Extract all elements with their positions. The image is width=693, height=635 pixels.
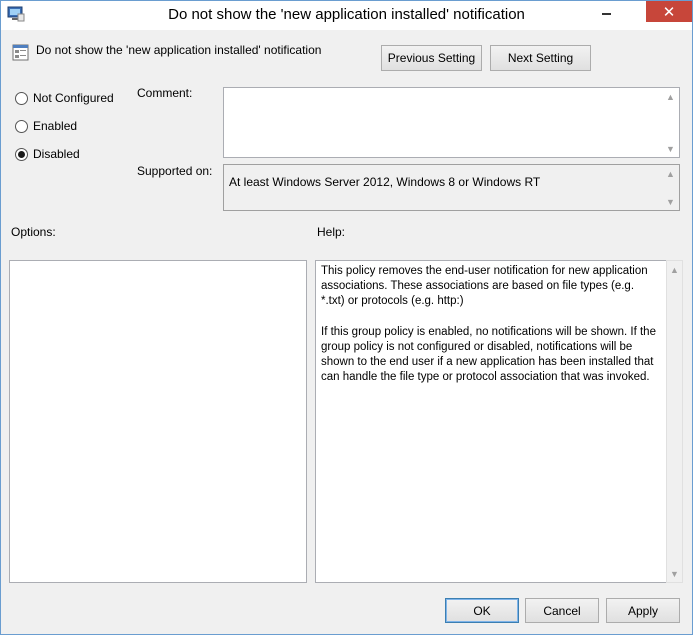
radio-enabled[interactable]: Enabled <box>15 119 77 133</box>
policy-name: Do not show the 'new application install… <box>36 43 322 57</box>
policy-setting-icon <box>12 44 29 61</box>
scroll-up-icon[interactable]: ▲ <box>670 261 679 278</box>
comment-scrollbar[interactable]: ▲ ▼ <box>662 88 679 157</box>
radio-not-configured[interactable]: Not Configured <box>15 91 114 105</box>
scroll-down-icon[interactable]: ▼ <box>662 193 679 210</box>
supported-scrollbar[interactable]: ▲ ▼ <box>662 165 679 210</box>
radio-button[interactable] <box>15 147 28 161</box>
scroll-down-icon[interactable]: ▼ <box>670 565 679 582</box>
title-bar: Do not show the 'new application install… <box>1 1 692 30</box>
comment-textarea[interactable]: ▲ ▼ <box>223 87 680 158</box>
ok-button[interactable]: OK <box>445 598 519 623</box>
scroll-up-icon[interactable]: ▲ <box>662 165 679 182</box>
minimize-button[interactable] <box>593 1 619 22</box>
supported-on-label: Supported on: <box>137 164 213 178</box>
supported-on-value: At least Windows Server 2012, Windows 8 … <box>229 175 541 189</box>
radio-disabled[interactable]: Disabled <box>15 147 80 161</box>
apply-button[interactable]: Apply <box>606 598 680 623</box>
options-panel <box>9 260 307 583</box>
radio-label: Enabled <box>33 119 78 133</box>
help-text: This policy removes the end-user notific… <box>321 265 656 384</box>
help-scrollbar[interactable]: ▲ ▼ <box>666 260 683 583</box>
previous-setting-button[interactable]: Previous Setting <box>381 45 482 71</box>
help-label: Help: <box>317 225 346 239</box>
close-icon: ✕ <box>662 3 676 21</box>
close-button[interactable]: ✕ <box>646 1 692 22</box>
policy-dialog-window: Do not show the 'new application install… <box>0 0 693 635</box>
minimize-icon <box>601 12 611 15</box>
options-label: Options: <box>11 225 56 239</box>
radio-button[interactable] <box>15 91 28 105</box>
window-title: Do not show the 'new application install… <box>168 6 525 23</box>
scroll-down-icon[interactable]: ▼ <box>662 140 679 157</box>
scroll-up-icon[interactable]: ▲ <box>662 88 679 105</box>
cancel-button[interactable]: Cancel <box>525 598 599 623</box>
radio-label: Disabled <box>33 147 80 161</box>
radio-label: Not Configured <box>33 91 114 105</box>
help-panel: This policy removes the end-user notific… <box>315 260 667 583</box>
next-setting-button[interactable]: Next Setting <box>490 45 591 71</box>
radio-button[interactable] <box>15 119 28 133</box>
supported-on-field: At least Windows Server 2012, Windows 8 … <box>223 164 680 211</box>
comment-label: Comment: <box>137 86 193 100</box>
